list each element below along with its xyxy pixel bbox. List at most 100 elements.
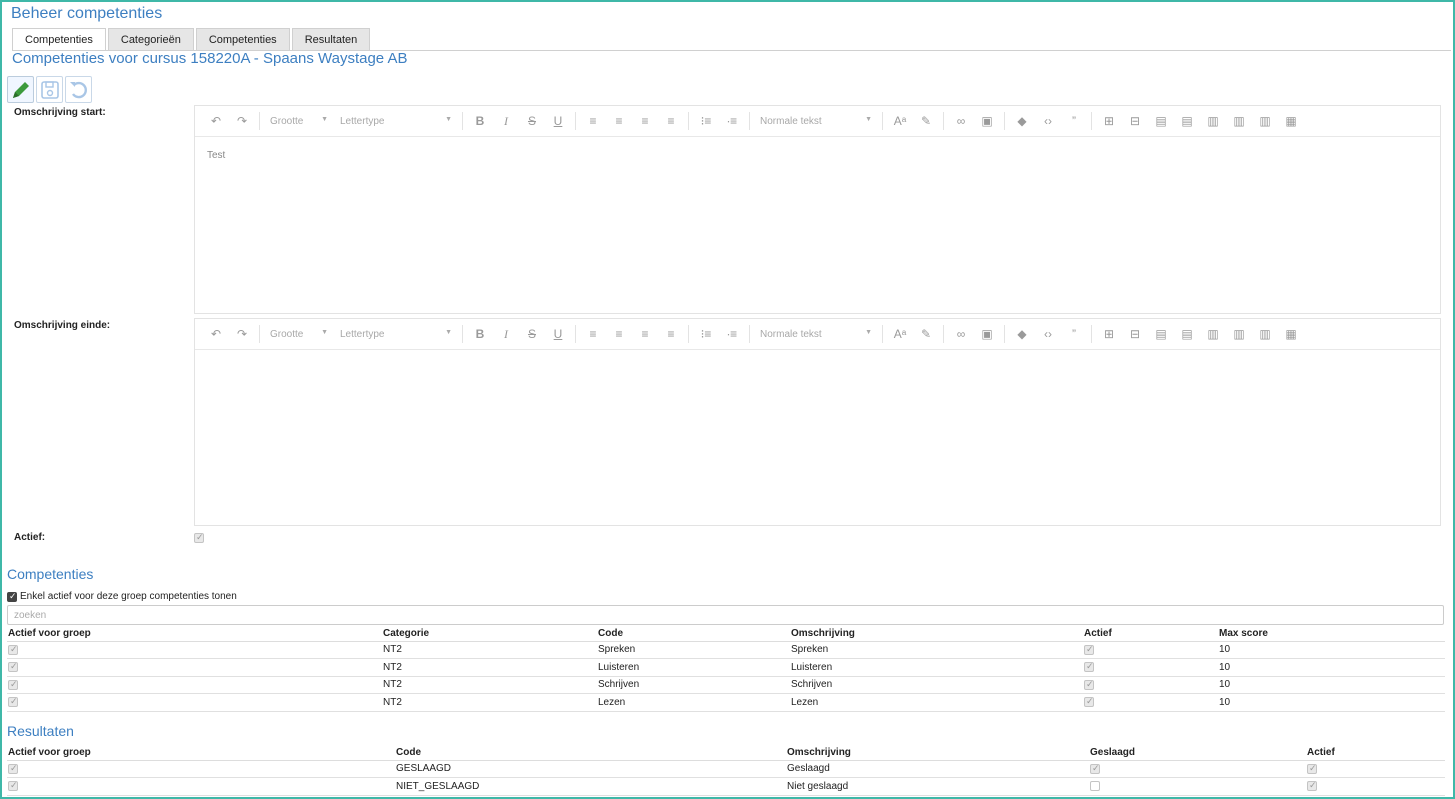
eraser-icon[interactable]: ◆: [1009, 114, 1035, 128]
undo-button[interactable]: [65, 76, 92, 103]
redo-icon[interactable]: ↷: [229, 114, 255, 128]
align-center-icon[interactable]: ≡: [606, 114, 632, 128]
eraser-icon[interactable]: ◆: [1009, 327, 1035, 341]
table-row[interactable]: NT2 Luisteren Luisteren 10: [7, 658, 1445, 677]
row-actief-checkbox[interactable]: [1084, 661, 1094, 673]
underline-icon[interactable]: U: [545, 327, 571, 341]
table-delete-icon[interactable]: ⊟: [1122, 114, 1148, 128]
table-row[interactable]: NT2 Spreken Spreken 10: [7, 641, 1445, 659]
code-icon[interactable]: ‹›: [1035, 114, 1061, 128]
row-above-icon[interactable]: ▤: [1148, 327, 1174, 341]
filter-checkbox[interactable]: [7, 591, 17, 602]
undo-icon[interactable]: ↶: [203, 114, 229, 128]
table-insert-icon[interactable]: ⊞: [1096, 114, 1122, 128]
tab-resultaten[interactable]: Resultaten: [291, 28, 371, 50]
highlight-icon[interactable]: ✎: [913, 327, 939, 341]
row-geslaagd-checkbox[interactable]: [1090, 781, 1100, 792]
row-delete-icon[interactable]: ▥: [1200, 327, 1226, 341]
row-geslaagd-checkbox[interactable]: [1090, 763, 1100, 774]
row-actief-checkbox[interactable]: [1307, 780, 1317, 792]
row-actief-checkbox[interactable]: [1084, 696, 1094, 708]
actief-checkbox[interactable]: [194, 532, 204, 543]
col-max-score[interactable]: Max score: [1218, 627, 1445, 642]
justify-icon[interactable]: ≡: [658, 114, 684, 128]
ordered-list-icon[interactable]: ⁝≡: [693, 327, 719, 341]
size-dropdown[interactable]: Grootte ▼: [264, 116, 334, 127]
table-insert-icon[interactable]: ⊞: [1096, 327, 1122, 341]
row-above-icon[interactable]: ▤: [1148, 114, 1174, 128]
row-actief-checkbox[interactable]: [1084, 644, 1094, 655]
col-delete-icon[interactable]: ▦: [1278, 327, 1304, 341]
editor-end[interactable]: ↶ ↷ Grootte ▼ Lettertype ▼ B I S U ≡ ≡ ≡ ≡…: [194, 318, 1441, 526]
search-input[interactable]: [7, 605, 1444, 625]
bullet-list-icon[interactable]: ∙≡: [719, 114, 745, 128]
size-dropdown[interactable]: Grootte ▼: [264, 329, 334, 340]
style-dropdown[interactable]: Normale tekst ▼: [754, 116, 878, 127]
col-actief[interactable]: Actief: [1083, 627, 1218, 642]
table-row[interactable]: GESLAAGD Geslaagd: [7, 760, 1445, 778]
col-categorie[interactable]: Categorie: [382, 627, 597, 642]
link-icon[interactable]: ∞: [948, 327, 974, 341]
row-actief-checkbox[interactable]: [1307, 763, 1317, 774]
col-omschrijving[interactable]: Omschrijving: [786, 746, 1089, 761]
bold-icon[interactable]: B: [467, 114, 493, 128]
edit-button[interactable]: [7, 76, 34, 103]
image-icon[interactable]: ▣: [974, 114, 1000, 128]
link-icon[interactable]: ∞: [948, 114, 974, 128]
col-omschrijving[interactable]: Omschrijving: [790, 627, 1083, 642]
align-left-icon[interactable]: ≡: [580, 114, 606, 128]
col-delete-icon[interactable]: ▦: [1278, 114, 1304, 128]
font-size-icon[interactable]: Aᵃ: [887, 327, 913, 341]
italic-icon[interactable]: I: [493, 327, 519, 342]
save-button[interactable]: [36, 76, 63, 103]
redo-icon[interactable]: ↷: [229, 327, 255, 341]
col-actief[interactable]: Actief: [1306, 746, 1445, 761]
row-checkbox[interactable]: [8, 679, 18, 690]
underline-icon[interactable]: U: [545, 114, 571, 128]
bold-icon[interactable]: B: [467, 327, 493, 341]
font-dropdown[interactable]: Lettertype ▼: [334, 116, 458, 127]
align-right-icon[interactable]: ≡: [632, 327, 658, 341]
row-below-icon[interactable]: ▤: [1174, 327, 1200, 341]
ordered-list-icon[interactable]: ⁝≡: [693, 114, 719, 128]
row-actief-checkbox[interactable]: [1084, 679, 1094, 690]
strike-icon[interactable]: S: [519, 114, 545, 128]
code-icon[interactable]: ‹›: [1035, 327, 1061, 341]
align-right-icon[interactable]: ≡: [632, 114, 658, 128]
italic-icon[interactable]: I: [493, 114, 519, 129]
style-dropdown[interactable]: Normale tekst ▼: [754, 329, 878, 340]
highlight-icon[interactable]: ✎: [913, 114, 939, 128]
tab-competenties-2[interactable]: Competenties: [195, 28, 290, 50]
font-size-icon[interactable]: Aᵃ: [887, 114, 913, 128]
row-checkbox[interactable]: [8, 644, 18, 655]
col-right-icon[interactable]: ▥: [1252, 114, 1278, 128]
justify-icon[interactable]: ≡: [658, 327, 684, 341]
col-actief-groep[interactable]: Actief voor groep: [7, 746, 395, 761]
col-right-icon[interactable]: ▥: [1252, 327, 1278, 341]
editor-start[interactable]: ↶ ↷ Grootte ▼ Lettertype ▼ B I S U ≡ ≡ ≡ ≡…: [194, 105, 1441, 314]
row-delete-icon[interactable]: ▥: [1200, 114, 1226, 128]
bullet-list-icon[interactable]: ∙≡: [719, 327, 745, 341]
col-code[interactable]: Code: [395, 746, 786, 761]
quote-icon[interactable]: ”: [1061, 114, 1087, 128]
table-delete-icon[interactable]: ⊟: [1122, 327, 1148, 341]
col-left-icon[interactable]: ▥: [1226, 114, 1252, 128]
font-dropdown[interactable]: Lettertype ▼: [334, 329, 458, 340]
editor-end-content[interactable]: [195, 350, 1440, 376]
editor-start-content[interactable]: Test: [195, 137, 1440, 174]
row-checkbox[interactable]: [8, 696, 18, 708]
align-left-icon[interactable]: ≡: [580, 327, 606, 341]
undo-icon[interactable]: ↶: [203, 327, 229, 341]
table-row[interactable]: NT2 Lezen Lezen 10: [7, 693, 1445, 712]
col-actief-groep[interactable]: Actief voor groep: [7, 627, 382, 642]
tab-competenties[interactable]: Competenties: [12, 28, 106, 50]
strike-icon[interactable]: S: [519, 327, 545, 341]
image-icon[interactable]: ▣: [974, 327, 1000, 341]
row-checkbox[interactable]: [8, 763, 18, 774]
row-below-icon[interactable]: ▤: [1174, 114, 1200, 128]
align-center-icon[interactable]: ≡: [606, 327, 632, 341]
table-row[interactable]: NT2 Schrijven Schrijven 10: [7, 676, 1445, 694]
col-code[interactable]: Code: [597, 627, 790, 642]
row-checkbox[interactable]: [8, 661, 18, 673]
tab-categorieen[interactable]: Categorieën: [107, 28, 194, 50]
